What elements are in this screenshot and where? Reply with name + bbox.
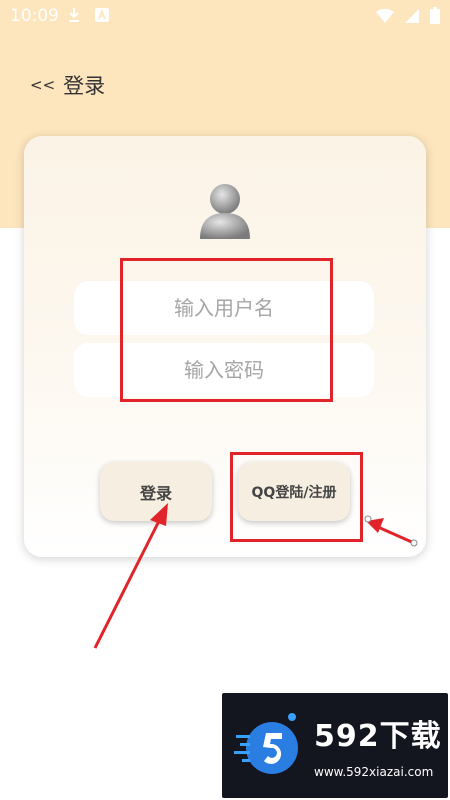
watermark-url: www.592xiazai.com: [314, 765, 434, 779]
wifi-icon: [376, 8, 394, 23]
page-title: 登录: [63, 74, 106, 98]
status-right-icons: [376, 7, 440, 24]
watermark-logo: [234, 713, 298, 774]
back-button[interactable]: <<: [30, 76, 55, 94]
status-bar: 10:09: [0, 0, 450, 32]
watermark-brand: 592下载: [314, 719, 442, 754]
signal-icon: [405, 8, 419, 23]
annotation-box-inputs: [120, 258, 333, 402]
a-icon: [95, 8, 109, 22]
login-button[interactable]: 登录: [100, 462, 212, 521]
annotation-box-qq: [230, 452, 363, 542]
download-icon: [69, 8, 79, 22]
watermark: 592下载 www.592xiazai.com: [222, 693, 448, 798]
avatar-icon: [200, 184, 250, 239]
page-header: << 登录: [30, 70, 105, 100]
battery-icon: [430, 7, 440, 24]
status-time: 10:09: [10, 6, 59, 26]
